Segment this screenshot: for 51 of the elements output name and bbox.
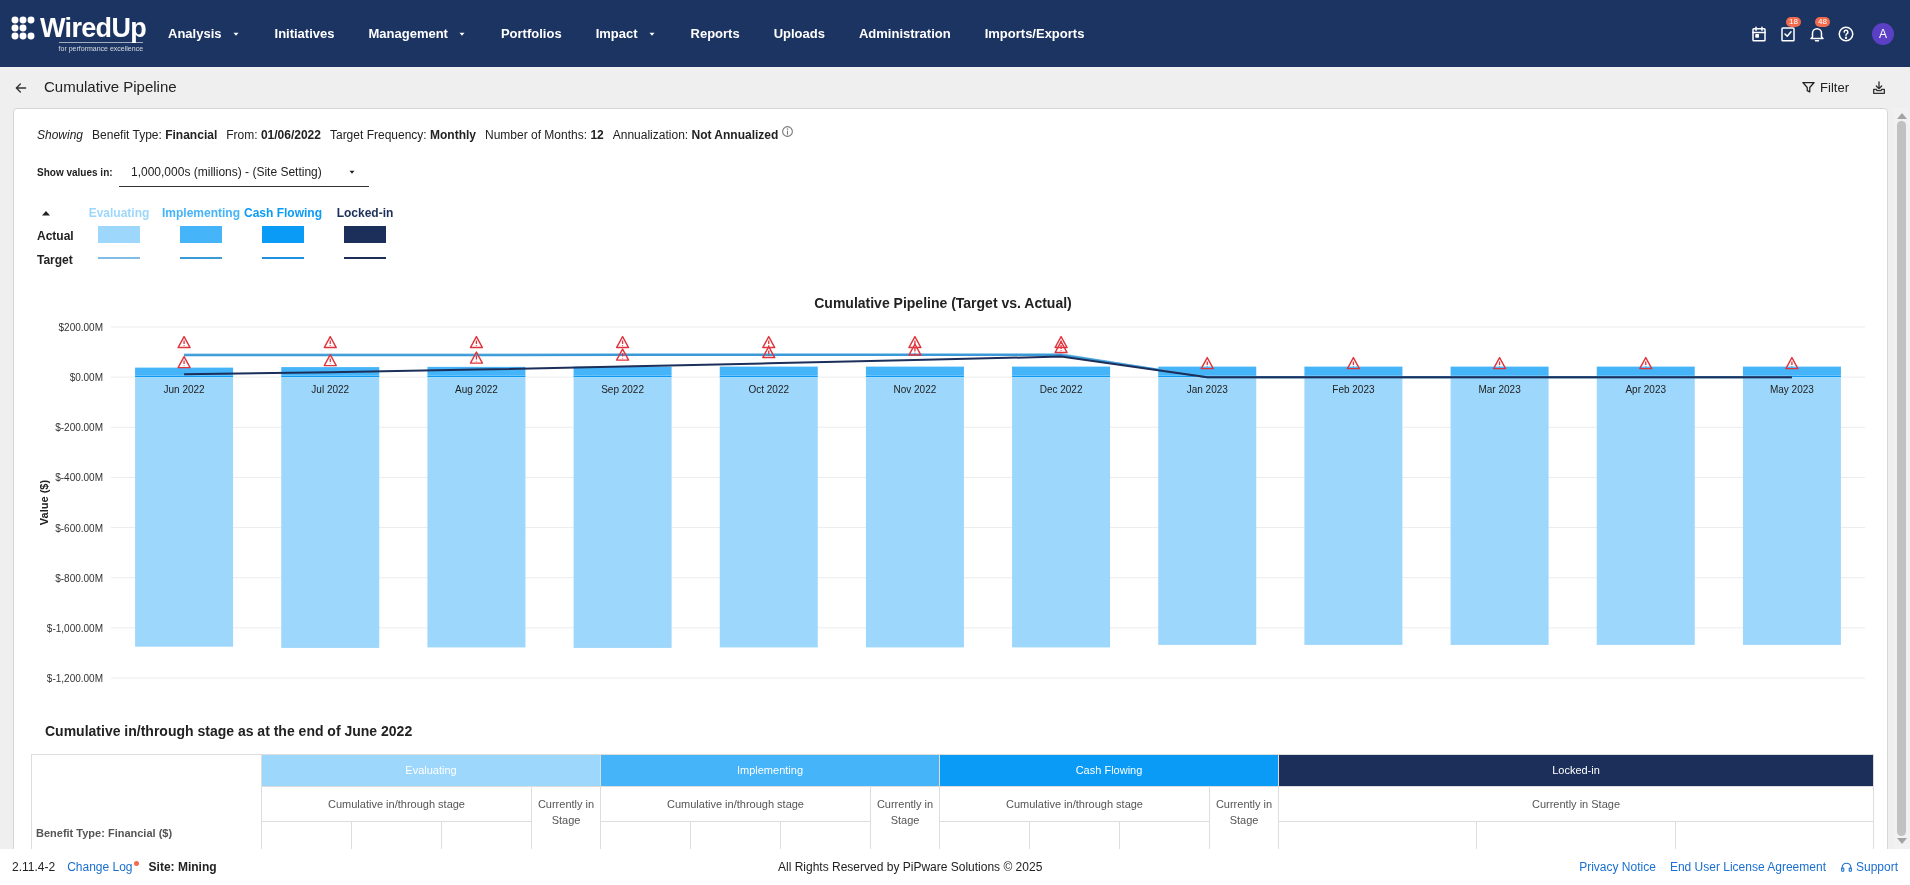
column-header-cell: Cumulative in/through stage — [600, 786, 871, 822]
filter-summary: Annualization: Not Annualized — [612, 127, 779, 144]
axis-tick-label: $-400.00M — [55, 472, 103, 484]
column-header-cell: Cumulative in/through stage — [261, 786, 532, 822]
axis-category-label: Nov 2022 — [893, 384, 937, 396]
notification-badge: 18 — [1786, 16, 1801, 27]
axis-tick-label: $200.00M — [58, 322, 103, 333]
legend-label: Implementing — [161, 205, 241, 222]
legend-row-label: Target — [37, 251, 74, 269]
stage-header-cell: Cash Flowing — [939, 754, 1279, 787]
legend-label: Cash Flowing — [243, 205, 323, 222]
axis-category-label: Oct 2022 — [748, 384, 790, 396]
stage-header-cell: Evaluating — [261, 754, 601, 787]
axis-tick-label: $-200.00M — [55, 422, 103, 434]
axis-category-label: Dec 2022 — [1039, 384, 1083, 396]
axis-category-label: Sep 2022 — [601, 384, 644, 396]
axis-category-label: Mar 2023 — [1478, 384, 1521, 396]
notification-badge: 48 — [1815, 16, 1830, 27]
legend-row-label: Actual — [37, 227, 75, 245]
axis-tick-label: $0.00M — [69, 372, 103, 384]
axis-category-label: Jan 2023 — [1186, 384, 1228, 396]
page-title: Cumulative Pipeline — [44, 77, 177, 98]
axis-title: Value ($) — [38, 479, 50, 526]
axis-tick-label: $-1,000.00M — [46, 622, 103, 634]
axis-tick-label: $-600.00M — [55, 522, 103, 534]
field-label: Show values in: — [37, 166, 114, 180]
axis-tick-label: $-800.00M — [55, 572, 103, 584]
axis-category-label: Apr 2023 — [1625, 384, 1667, 396]
axis-category-label: May 2023 — [1769, 384, 1814, 396]
axis-tick-label: $-1,200.00M — [46, 673, 103, 684]
stage-header-cell: Locked-in — [1278, 754, 1874, 787]
site-label: Site: Mining — [148, 859, 217, 876]
chart-title: Cumulative Pipeline (Target vs. Actual) — [814, 295, 1072, 311]
filter-summary: From: 01/06/2022 — [226, 127, 321, 144]
axis-category-label: Jul 2022 — [311, 384, 350, 396]
stage-header-cell: Implementing — [600, 754, 940, 787]
showing-label: Showing — [37, 127, 84, 144]
filter-summary: Benefit Type: Financial — [92, 127, 218, 144]
filter-summary: Target Frequency: Monthly — [329, 127, 476, 144]
axis-category-label: Jun 2022 — [163, 384, 205, 396]
logo-wordmark: WiredUp — [40, 14, 147, 42]
legend-label: Evaluating — [87, 205, 151, 222]
section-title: Cumulative in/through stage as at the end of June 2022 — [45, 722, 414, 741]
filter-summary: Number of Months: 12 — [485, 127, 604, 144]
copyright-text: All Rights Reserved by PiPware Solutions © 2025 — [778, 859, 1043, 876]
column-header-cell: Currently in Stage — [1278, 786, 1874, 822]
legend-label: Locked-in — [335, 205, 395, 222]
version-label: 2.11.4-2 — [12, 859, 56, 876]
axis-category-label: Feb 2023 — [1332, 384, 1375, 396]
column-header-cell: Cumulative in/through stage — [939, 786, 1210, 822]
axis-category-label: Aug 2022 — [455, 384, 498, 396]
